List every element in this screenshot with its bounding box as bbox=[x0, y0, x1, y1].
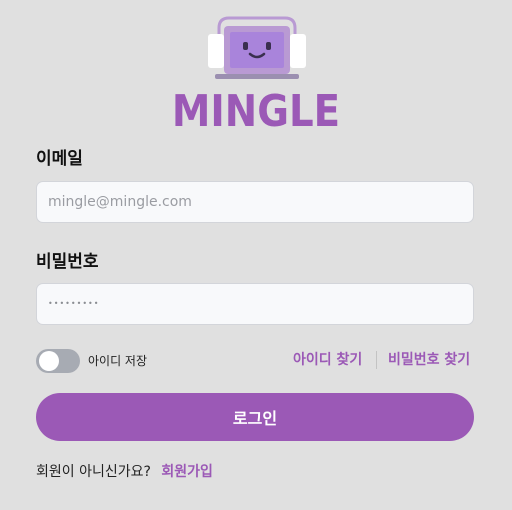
login-button[interactable]: 로그인 bbox=[36, 393, 474, 441]
brand-logo: MINGLE bbox=[0, 14, 512, 137]
remember-id-toggle[interactable] bbox=[36, 349, 80, 373]
toggle-knob bbox=[39, 351, 59, 371]
signup-prompt-text: 회원이 아니신가요? bbox=[36, 464, 151, 480]
brand-name: MINGLE bbox=[171, 86, 341, 137]
remember-id-label: 아이디 저장 bbox=[88, 354, 148, 368]
password-value: ••••••••• bbox=[48, 299, 100, 308]
email-label: 이메일 bbox=[36, 149, 83, 169]
email-input[interactable] bbox=[36, 181, 474, 223]
signup-row: 회원이 아니신가요? 회원가입 bbox=[36, 463, 213, 481]
password-input[interactable] bbox=[36, 283, 474, 325]
robot-monitor-icon bbox=[208, 16, 306, 79]
find-id-link[interactable]: 아이디 찾기 bbox=[293, 351, 362, 369]
password-label: 비밀번호 bbox=[36, 252, 99, 272]
link-divider bbox=[376, 351, 377, 369]
signup-link[interactable]: 회원가입 bbox=[161, 464, 213, 480]
find-password-link[interactable]: 비밀번호 찾기 bbox=[388, 351, 470, 369]
